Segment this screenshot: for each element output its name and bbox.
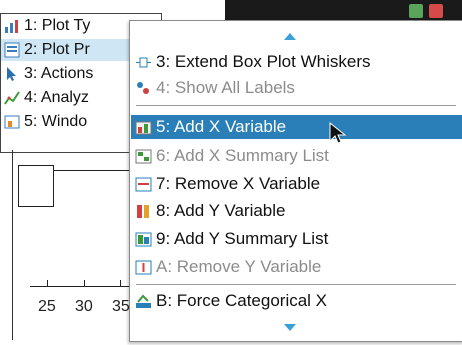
menu-item-label: 1: Plot Ty (24, 17, 91, 34)
remove-x-variable-icon (135, 176, 152, 193)
menu-item-add-y-summary[interactable]: 9: Add Y Summary List (131, 227, 462, 251)
menu-item-add-x-variable[interactable]: 5: Add X Variable (131, 115, 462, 139)
menu-item-label: 8: Add Y Variable (156, 201, 286, 220)
menu-item-label: A: Remove Y Variable (156, 257, 322, 276)
menu-separator (136, 284, 456, 285)
add-x-variable-icon (135, 119, 152, 136)
menu-item-label: 5: Add X Variable (156, 117, 287, 136)
add-y-summary-icon (135, 231, 152, 248)
axis-tick-label: 25 (38, 298, 56, 315)
menu-item-extend-whiskers[interactable]: 3: Extend Box Plot Whiskers (131, 50, 462, 74)
status-icon (409, 4, 423, 18)
menu-item-force-categorical-x[interactable]: B: Force Categorical X (131, 289, 462, 313)
menu-item-label: 5: Windo (24, 113, 88, 130)
axis-tick-label: 30 (75, 298, 93, 315)
menu-item-label: 7: Remove X Variable (156, 174, 321, 193)
labels-icon (135, 80, 152, 97)
box-plot-box (18, 165, 54, 207)
axis-tick-label: 35 (112, 298, 130, 315)
plot-properties-icon (4, 42, 20, 58)
window-icon (4, 114, 20, 130)
analyze-icon (4, 90, 20, 106)
whiskers-icon (135, 54, 152, 71)
plot-type-icon (4, 18, 20, 34)
menu-item-add-x-summary[interactable]: 6: Add X Summary List (131, 144, 462, 168)
axis-tick (84, 280, 85, 287)
menu-item-remove-x-variable[interactable]: 7: Remove X Variable (131, 172, 462, 196)
battery-icon (429, 4, 443, 18)
menu-item-label: 3: Extend Box Plot Whiskers (156, 52, 371, 71)
menu-item-label: 4: Show All Labels (156, 78, 295, 97)
categorical-x-icon (135, 293, 152, 310)
menu-item-label: 3: Actions (24, 65, 94, 82)
scroll-up-arrow-icon[interactable] (284, 33, 296, 40)
menu-item-label: B: Force Categorical X (156, 291, 328, 310)
plot-properties-submenu: 3: Extend Box Plot Whiskers 4: Show All … (129, 20, 462, 342)
menu-item-add-y-variable[interactable]: 8: Add Y Variable (131, 199, 462, 223)
menu-item-label: 6: Add X Summary List (156, 146, 329, 165)
menu-item-remove-y-variable[interactable]: A: Remove Y Variable (131, 255, 462, 279)
menu-item-label: 4: Analyz (24, 89, 89, 106)
top-toolbar (225, 0, 462, 22)
add-y-variable-icon (135, 203, 152, 220)
axis-tick (120, 280, 121, 287)
menu-item-label: 9: Add Y Summary List (156, 229, 329, 248)
scroll-down-arrow-icon[interactable] (284, 324, 296, 331)
menu-separator (136, 105, 456, 106)
menu-item-show-all-labels[interactable]: 4: Show All Labels (131, 76, 462, 100)
remove-y-variable-icon (135, 259, 152, 276)
menu-item-label: 2: Plot Pr (24, 41, 90, 58)
pointer-icon (4, 66, 20, 82)
add-x-summary-icon (135, 148, 152, 165)
axis-tick (47, 280, 48, 287)
